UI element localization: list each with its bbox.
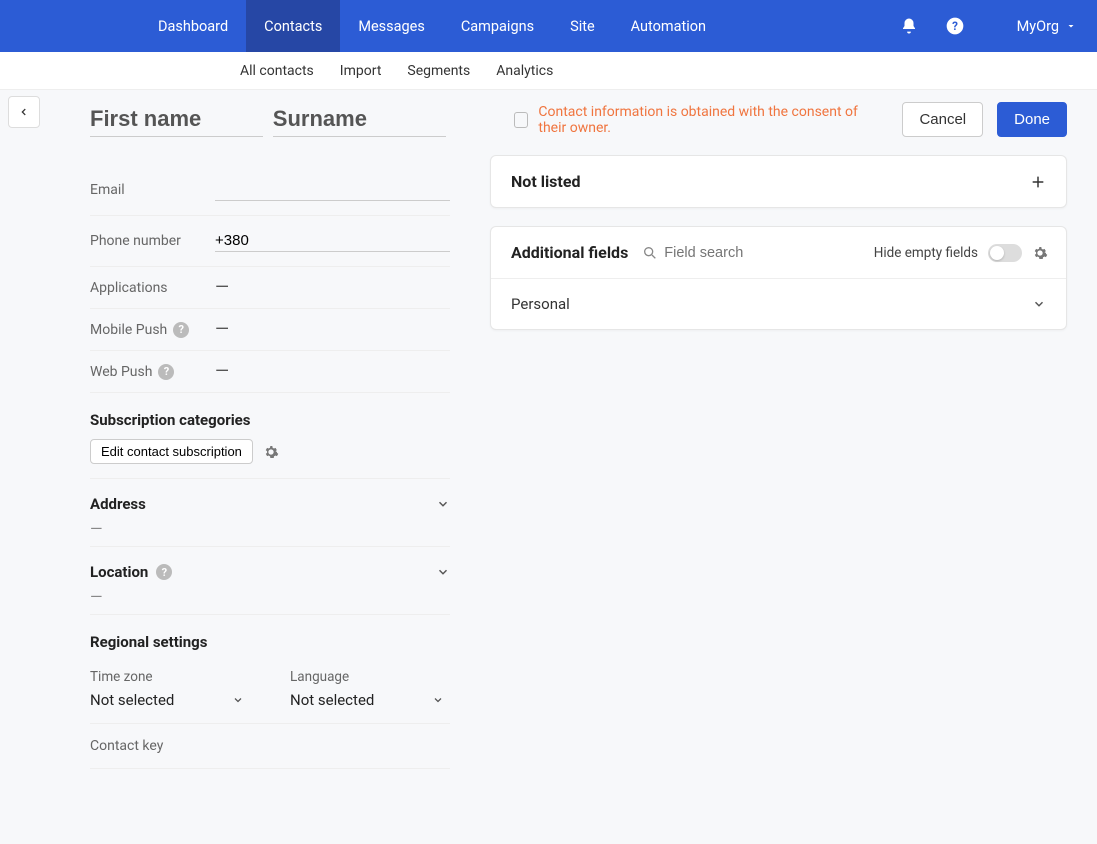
nav-campaigns[interactable]: Campaigns bbox=[443, 0, 552, 52]
phone-input[interactable] bbox=[215, 230, 450, 252]
web-push-label: Web Push ? bbox=[90, 364, 215, 380]
timezone-label: Time zone bbox=[90, 669, 250, 685]
surname-input[interactable] bbox=[273, 102, 446, 137]
not-listed-card: Not listed bbox=[490, 155, 1067, 208]
phone-label: Phone number bbox=[90, 233, 215, 249]
nav-contacts[interactable]: Contacts bbox=[246, 0, 340, 52]
notifications-icon[interactable] bbox=[895, 12, 923, 40]
subnav-segments[interactable]: Segments bbox=[407, 63, 470, 79]
email-input[interactable] bbox=[215, 179, 450, 201]
additional-fields-settings-icon[interactable] bbox=[1032, 245, 1048, 261]
edit-subscription-button[interactable]: Edit contact subscription bbox=[90, 439, 253, 464]
svg-text:?: ? bbox=[952, 19, 958, 33]
address-value: — bbox=[90, 519, 450, 538]
nav-dashboard[interactable]: Dashboard bbox=[140, 0, 246, 52]
location-title: Location ? bbox=[90, 563, 172, 581]
top-nav: Dashboard Contacts Messages Campaigns Si… bbox=[0, 0, 1097, 52]
location-value: — bbox=[90, 587, 450, 606]
hide-empty-label: Hide empty fields bbox=[874, 245, 978, 261]
field-search-input[interactable] bbox=[664, 245, 804, 261]
location-help-icon[interactable]: ? bbox=[156, 564, 172, 580]
mobile-push-help-icon[interactable]: ? bbox=[173, 322, 189, 338]
back-button[interactable] bbox=[8, 96, 40, 128]
location-section[interactable]: Location ? bbox=[90, 563, 450, 581]
done-button[interactable]: Done bbox=[997, 102, 1067, 137]
chevron-down-icon bbox=[1065, 20, 1077, 32]
additional-fields-title: Additional fields bbox=[511, 243, 628, 262]
nav-site[interactable]: Site bbox=[552, 0, 613, 52]
language-select[interactable]: Not selected bbox=[290, 691, 450, 709]
add-not-listed-button[interactable] bbox=[1030, 174, 1046, 190]
web-push-help-icon[interactable]: ? bbox=[158, 364, 174, 380]
nav-items: Dashboard Contacts Messages Campaigns Si… bbox=[140, 0, 724, 52]
additional-fields-card: Additional fields Hide empty fields Pers… bbox=[490, 226, 1067, 330]
subnav-import[interactable]: Import bbox=[340, 63, 382, 79]
language-label: Language bbox=[290, 669, 450, 685]
subnav-analytics[interactable]: Analytics bbox=[496, 63, 553, 79]
help-icon[interactable]: ? bbox=[941, 12, 969, 40]
chevron-down-icon bbox=[1032, 297, 1046, 311]
mobile-push-label: Mobile Push ? bbox=[90, 322, 215, 338]
regional-settings-title: Regional settings bbox=[90, 615, 450, 661]
chevron-down-icon bbox=[432, 694, 444, 706]
mobile-push-value: — bbox=[215, 319, 450, 340]
hide-empty-toggle[interactable] bbox=[988, 244, 1022, 262]
cancel-button[interactable]: Cancel bbox=[902, 102, 983, 137]
subscription-categories-title: Subscription categories bbox=[90, 393, 450, 439]
org-switcher[interactable]: MyOrg bbox=[987, 18, 1077, 35]
chevron-down-icon bbox=[436, 565, 450, 579]
sub-nav: All contacts Import Segments Analytics bbox=[0, 52, 1097, 90]
search-icon bbox=[642, 245, 658, 261]
consent-text: Contact information is obtained with the… bbox=[538, 104, 888, 136]
applications-label: Applications bbox=[90, 280, 215, 296]
plus-icon bbox=[1030, 174, 1046, 190]
contact-key-label: Contact key bbox=[90, 724, 450, 769]
email-label: Email bbox=[90, 182, 215, 198]
address-title: Address bbox=[90, 495, 146, 513]
org-name: MyOrg bbox=[1017, 18, 1059, 35]
consent-checkbox[interactable] bbox=[514, 112, 528, 128]
nav-automation[interactable]: Automation bbox=[613, 0, 724, 52]
chevron-left-icon bbox=[19, 105, 29, 119]
personal-label: Personal bbox=[511, 295, 570, 313]
chevron-down-icon bbox=[436, 497, 450, 511]
web-push-value: — bbox=[215, 361, 450, 382]
personal-section[interactable]: Personal bbox=[491, 279, 1066, 329]
first-name-input[interactable] bbox=[90, 102, 263, 137]
timezone-select[interactable]: Not selected bbox=[90, 691, 250, 709]
not-listed-title: Not listed bbox=[511, 172, 580, 191]
subnav-all-contacts[interactable]: All contacts bbox=[240, 63, 314, 79]
applications-value: — bbox=[215, 277, 450, 298]
chevron-down-icon bbox=[232, 694, 244, 706]
nav-messages[interactable]: Messages bbox=[340, 0, 443, 52]
subscription-settings-icon[interactable] bbox=[263, 444, 279, 460]
address-section[interactable]: Address bbox=[90, 495, 450, 513]
